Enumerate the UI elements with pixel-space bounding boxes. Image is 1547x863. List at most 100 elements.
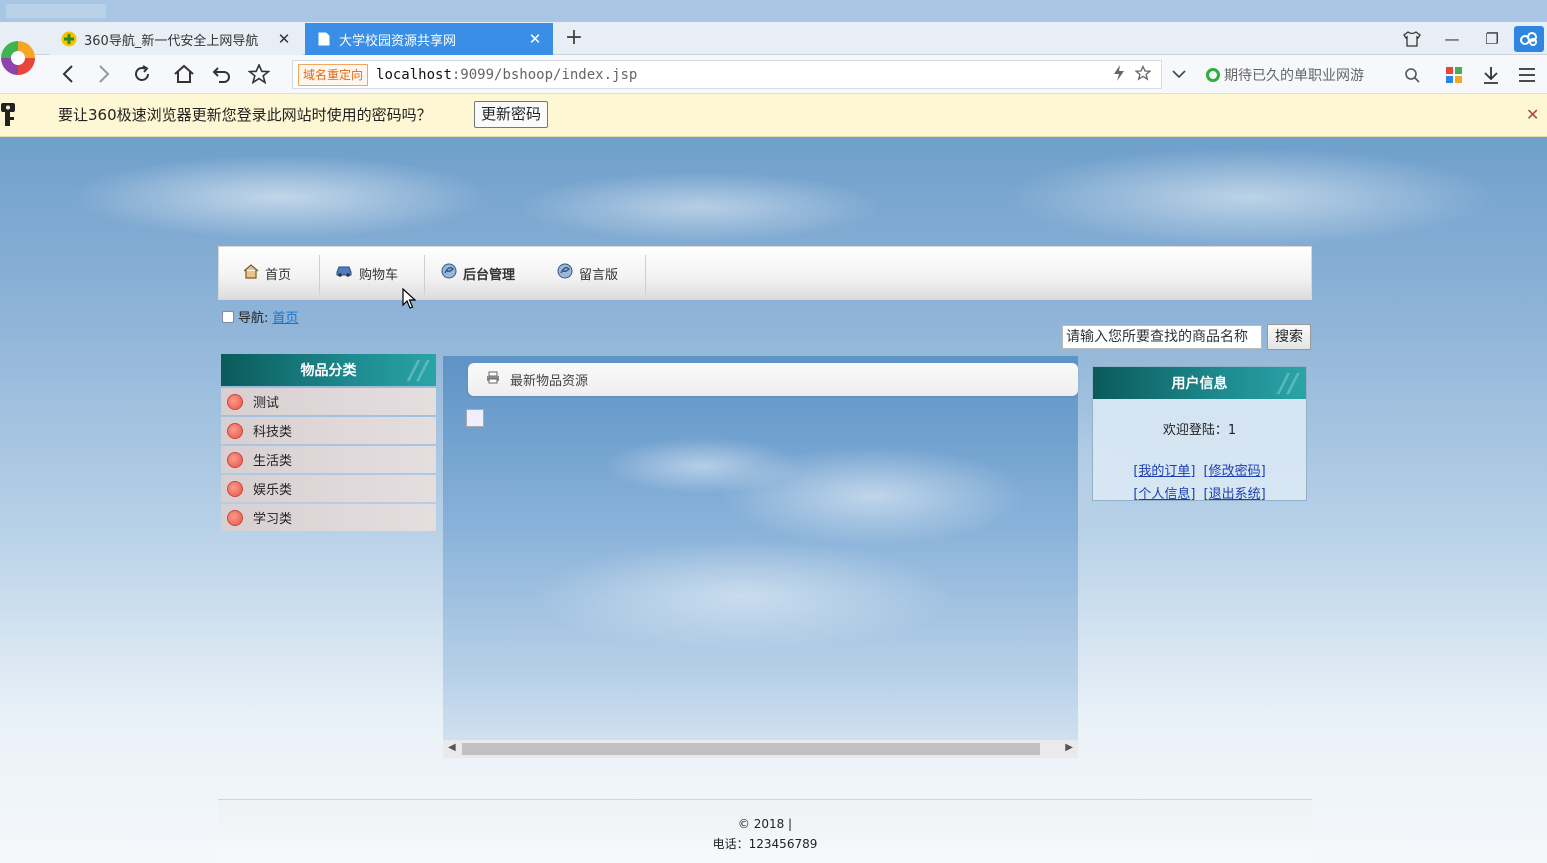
scroll-right-icon[interactable]: ▶ [1065, 742, 1073, 753]
breadcrumb-home-link[interactable]: 首页 [272, 307, 298, 326]
user-info-title: 用户信息 [1171, 376, 1228, 392]
bullet-icon [227, 451, 243, 468]
scrollbar-thumb[interactable] [462, 743, 1040, 755]
category-label: 学习类 [253, 512, 293, 527]
swirl-icon [441, 263, 457, 283]
category-item[interactable]: 生活类 [221, 446, 436, 473]
home-icon [243, 263, 259, 283]
web-page: 首页 购物车 后台管理 留言版 导航: 首页 请输入您所要查找的商品名称 搜索 … [0, 137, 1547, 863]
broken-image-icon [466, 409, 484, 427]
close-icon[interactable]: ✕ [527, 30, 543, 48]
breadcrumb: 导航: 首页 [222, 307, 298, 326]
nav-item-guestbook[interactable]: 留言版 [557, 247, 618, 299]
category-label: 测试 [253, 396, 280, 411]
page-icon [315, 30, 333, 48]
tab-title: 大学校园资源共享网 [339, 33, 457, 49]
forward-button[interactable] [90, 60, 118, 88]
nav-item-cart[interactable]: 购物车 [335, 247, 398, 299]
home-button[interactable] [170, 60, 198, 88]
category-panel-header: 物品分类 // [221, 354, 436, 386]
key-icon [1, 103, 15, 126]
tab-360-nav[interactable]: 360导航_新一代安全上网导航 ✕ [50, 23, 302, 55]
cloud-icon[interactable] [1514, 26, 1544, 52]
car-icon [335, 265, 353, 281]
window-top-strip [0, 0, 1547, 22]
nav-divider [645, 255, 646, 295]
back-button[interactable] [54, 60, 82, 88]
search-engine-logo-icon [1206, 67, 1220, 82]
category-item[interactable]: 学习类 [221, 504, 436, 531]
category-item[interactable]: 科技类 [221, 417, 436, 444]
logout-link[interactable]: [退出系统] [1204, 487, 1266, 502]
tab-title: 360导航_新一代安全上网导航 [84, 33, 259, 49]
shirt-icon[interactable] [1398, 26, 1426, 52]
password-bar-message: 要让360极速浏览器更新您登录此网站时使用的密码吗？ [58, 106, 432, 124]
category-label: 生活类 [253, 454, 293, 469]
undo-button[interactable] [208, 60, 236, 88]
nav-item-home[interactable]: 首页 [243, 247, 291, 299]
category-label: 娱乐类 [253, 483, 293, 498]
footer-phone: 电话：123456789 [712, 837, 818, 851]
category-panel: 物品分类 // 测试 科技类 生活类 娱乐类 学习类 [221, 354, 436, 531]
my-orders-link[interactable]: [我的订单] [1133, 464, 1195, 479]
new-tab-button[interactable]: + [562, 25, 586, 53]
nav-label: 后台管理 [463, 267, 516, 283]
apps-grid-icon[interactable] [1440, 60, 1468, 89]
reload-button[interactable] [128, 60, 156, 88]
horizontal-scrollbar[interactable]: ◀ ▶ [443, 740, 1078, 758]
nav-item-admin[interactable]: 后台管理 [441, 247, 515, 299]
profile-link[interactable]: [个人信息] [1133, 487, 1195, 502]
printer-icon [486, 371, 500, 388]
bookmark-star-icon[interactable] [1134, 64, 1152, 85]
url-host: localhost [376, 66, 452, 83]
site-footer: © 2018 | 电话：123456789 [218, 799, 1312, 863]
url-text[interactable]: localhost:9099/bshoop/index.jsp [376, 67, 1113, 83]
header-decoration: // [409, 356, 428, 386]
chevron-down-icon[interactable] [1165, 60, 1193, 89]
lightning-icon[interactable] [1113, 64, 1125, 85]
browser-logo-icon[interactable] [0, 26, 42, 84]
shield-plus-icon [60, 30, 78, 48]
header-decoration: // [1279, 369, 1298, 399]
menu-icon[interactable] [1513, 60, 1541, 89]
close-icon[interactable]: ✕ [1526, 105, 1539, 124]
search-button[interactable]: 搜索 [1267, 324, 1311, 350]
nav-label: 留言版 [579, 267, 619, 283]
product-search-input[interactable]: 请输入您所要查找的商品名称 [1062, 325, 1262, 349]
nav-divider [319, 255, 320, 295]
nav-label: 购物车 [359, 267, 399, 283]
window-ghost [6, 4, 106, 18]
close-icon[interactable]: ✕ [276, 30, 292, 48]
scroll-left-icon[interactable]: ◀ [448, 742, 456, 753]
redirect-badge[interactable]: 域名重定向 [298, 63, 369, 86]
latest-items-panel[interactable] [443, 356, 1078, 758]
search-engine-box[interactable]: 期待已久的单职业网游 [1200, 60, 1430, 89]
tab-campus-share[interactable]: 大学校园资源共享网 ✕ [305, 23, 553, 55]
search-icon[interactable] [1398, 60, 1426, 89]
category-label: 科技类 [253, 425, 293, 440]
mouse-cursor-icon [402, 288, 416, 309]
user-info-header: 用户信息 // [1093, 367, 1306, 399]
update-password-button[interactable]: 更新密码 [474, 101, 549, 128]
bullet-icon [227, 393, 243, 410]
swirl-icon [557, 263, 573, 283]
nav-divider [424, 255, 425, 295]
category-item[interactable]: 娱乐类 [221, 475, 436, 502]
change-password-link[interactable]: [修改密码] [1204, 464, 1266, 479]
download-icon[interactable] [1477, 60, 1505, 89]
latest-items-title: 最新物品资源 [510, 374, 589, 389]
bullet-icon [227, 509, 243, 526]
minimize-button[interactable]: — [1438, 26, 1466, 52]
user-info-panel: 用户信息 // 欢迎登陆：1 [我的订单] [修改密码] [个人信息] [退出系统] [1092, 366, 1307, 502]
favorite-star-icon[interactable] [245, 60, 273, 88]
breadcrumb-icon [222, 310, 234, 323]
bullet-icon [227, 480, 243, 497]
category-item[interactable]: 测试 [221, 388, 436, 415]
bullet-icon [227, 422, 243, 439]
url-path: :9099/bshoop/index.jsp [451, 66, 638, 83]
site-navbar: 首页 购物车 后台管理 留言版 [218, 246, 1312, 300]
restore-button[interactable]: ❐ [1478, 26, 1506, 52]
latest-items-header: 最新物品资源 [468, 363, 1078, 396]
welcome-text: 欢迎登陆：1 [1162, 423, 1237, 438]
address-bar[interactable]: 域名重定向 localhost:9099/bshoop/index.jsp [292, 60, 1162, 89]
